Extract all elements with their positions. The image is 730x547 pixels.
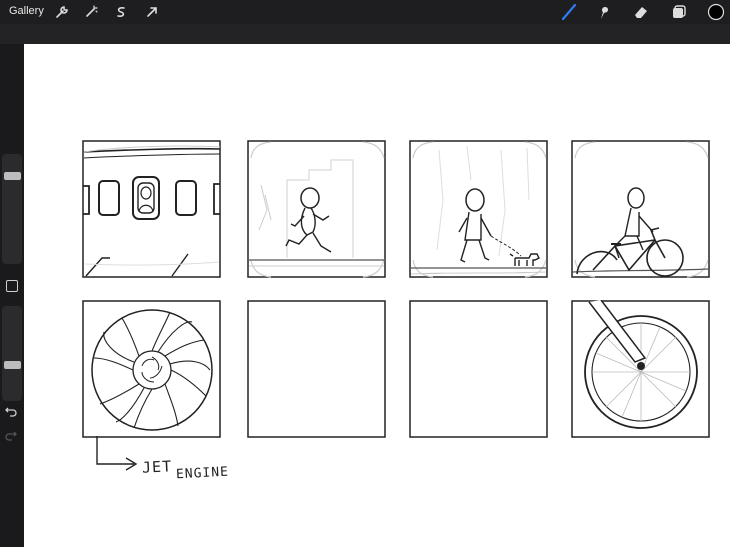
layers-icon[interactable]	[669, 2, 689, 22]
storyboard-panel-running	[247, 140, 387, 280]
annotation-arrow	[96, 436, 138, 471]
drawing-canvas[interactable]: JET ENGINE	[24, 44, 730, 547]
annotation-word-engine: ENGINE	[175, 464, 230, 483]
color-swatch-icon[interactable]	[706, 2, 726, 22]
toolbar-shadow	[0, 24, 730, 44]
storyboard-panel-empty-1	[247, 300, 387, 440]
brush-icon[interactable]	[559, 2, 579, 22]
redo-button[interactable]	[4, 428, 18, 447]
sidebar	[0, 44, 24, 547]
wrench-icon[interactable]	[52, 2, 72, 22]
opacity-slider[interactable]	[2, 306, 22, 401]
storyboard-panel-empty-2	[409, 300, 549, 440]
annotation-word-jet: JET	[141, 457, 173, 477]
storyboard-panel-wheel	[571, 300, 711, 440]
brush-size-thumb[interactable]	[4, 172, 21, 180]
undo-button[interactable]	[4, 404, 18, 423]
smudge-icon[interactable]	[594, 2, 614, 22]
storyboard-panel-dog-walk	[409, 140, 549, 280]
eraser-icon[interactable]	[631, 2, 651, 22]
storyboard-panel-airplane	[82, 140, 222, 280]
magic-wand-icon[interactable]	[81, 2, 101, 22]
storyboard-panel-biking	[571, 140, 711, 280]
opacity-thumb[interactable]	[4, 361, 21, 369]
modify-button[interactable]	[6, 280, 18, 292]
selection-icon[interactable]	[111, 2, 131, 22]
transform-arrow-icon[interactable]	[142, 2, 162, 22]
gallery-button[interactable]: Gallery	[9, 5, 44, 17]
brush-size-slider[interactable]	[2, 154, 22, 264]
storyboard-panel-jet-engine	[82, 300, 222, 440]
top-toolbar: Gallery	[0, 0, 730, 24]
